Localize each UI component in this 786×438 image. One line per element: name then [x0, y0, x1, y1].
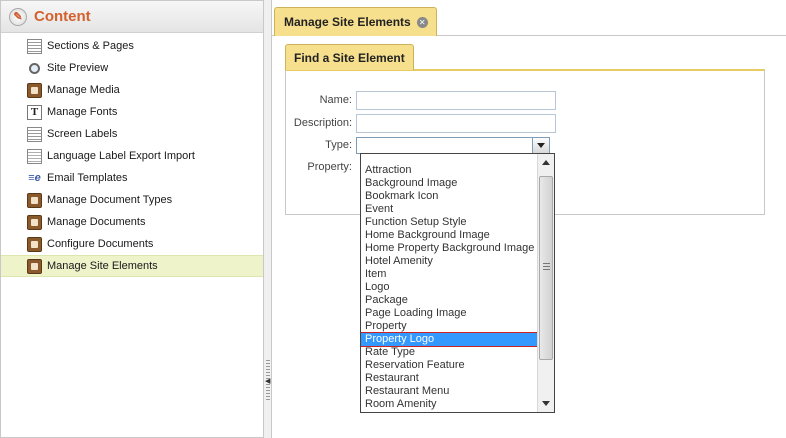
property-label: Property: — [307, 161, 352, 173]
panel-title: Find a Site Element — [285, 44, 414, 70]
type-dropdown-list[interactable]: Attraction Background Image Bookmark Icon E… — [360, 153, 555, 413]
sidebar-item-label: Screen Labels — [47, 128, 118, 140]
sidebar-item-configure-documents[interactable]: Configure Documents — [1, 233, 263, 255]
tab-strip: Manage Site Elements ✕ — [272, 0, 786, 36]
close-icon[interactable]: ✕ — [416, 16, 428, 28]
dropdown-option[interactable]: Home Background Image — [361, 229, 537, 242]
sidebar-item-label: Email Templates — [47, 172, 128, 184]
sidebar-item-label: Site Preview — [47, 62, 109, 74]
sidebar-item-label: Manage Fonts — [47, 106, 118, 118]
configure-icon — [27, 236, 42, 252]
tab-label: Manage Site Elements — [284, 15, 411, 29]
sidebar-nav: Sections & Pages Site Preview Manage Med… — [1, 33, 263, 277]
description-label: Description: — [293, 117, 352, 129]
sidebar-item-label: Configure Documents — [47, 238, 154, 250]
name-input[interactable] — [356, 90, 556, 110]
dropdown-option[interactable]: Attraction — [361, 164, 537, 177]
dropdown-option[interactable]: Reservation Feature — [361, 359, 537, 372]
dropdown-option[interactable]: Function Setup Style — [361, 216, 537, 229]
scroll-down-arrow-icon[interactable] — [538, 395, 554, 412]
document-type-icon — [27, 192, 42, 208]
dropdown-scrollbar[interactable] — [537, 154, 554, 412]
magnifier-icon — [27, 61, 42, 76]
dropdown-arrow-icon[interactable] — [532, 136, 550, 154]
sidebar-item-manage-fonts[interactable]: T Manage Fonts — [1, 101, 263, 123]
media-icon — [27, 82, 42, 98]
collapse-arrow-icon[interactable]: ◀ — [265, 377, 270, 385]
dropdown-option[interactable]: Property — [361, 320, 537, 333]
scroll-up-arrow-icon[interactable] — [538, 154, 554, 171]
dropdown-option[interactable]: Home Property Background Image — [361, 242, 537, 255]
sidebar-item-label: Manage Document Types — [47, 194, 173, 206]
type-row: Type: — [286, 135, 550, 155]
sidebar-item-manage-site-elements[interactable]: Manage Site Elements — [1, 255, 263, 277]
dropdown-option[interactable]: Hotel Amenity — [361, 255, 537, 268]
page-icon — [27, 126, 42, 142]
content-sidebar: ✎ Content Sections & Pages Site Preview … — [0, 0, 264, 438]
scrollbar-thumb[interactable] — [539, 176, 553, 360]
description-input[interactable] — [356, 113, 556, 133]
dropdown-option-selected[interactable]: Property Logo — [361, 332, 538, 347]
dropdown-option[interactable]: Rate Type — [361, 346, 537, 359]
sidebar-item-screen-labels[interactable]: Screen Labels — [1, 123, 263, 145]
dropdown-option[interactable]: Page Loading Image — [361, 307, 537, 320]
property-row: Property: — [286, 157, 356, 177]
type-select[interactable] — [356, 136, 550, 154]
sidebar-item-language-label-export-import[interactable]: Language Label Export Import — [1, 145, 263, 167]
document-icon — [27, 214, 42, 230]
export-icon — [27, 148, 42, 164]
email-icon: ≡e — [28, 172, 41, 184]
sidebar-item-sections-pages[interactable]: Sections & Pages — [1, 35, 263, 57]
site-elements-icon — [27, 258, 42, 274]
sidebar-item-label: Manage Site Elements — [47, 260, 158, 272]
sidebar-item-label: Manage Documents — [47, 216, 146, 228]
sidebar-item-label: Manage Media — [47, 84, 120, 96]
page-icon — [27, 38, 42, 54]
sidebar-item-manage-documents[interactable]: Manage Documents — [1, 211, 263, 233]
sidebar-title: Content — [34, 8, 91, 25]
name-row: Name: — [286, 90, 556, 110]
font-icon: T — [27, 104, 42, 120]
dropdown-option[interactable]: Room Amenity — [361, 398, 537, 411]
description-row: Description: — [286, 113, 556, 133]
dropdown-option[interactable]: Restaurant — [361, 372, 537, 385]
dropdown-option[interactable]: Logo — [361, 281, 537, 294]
dropdown-option[interactable]: Event — [361, 203, 537, 216]
content-edit-icon: ✎ — [9, 7, 27, 26]
sidebar-item-manage-document-types[interactable]: Manage Document Types — [1, 189, 263, 211]
sidebar-item-manage-media[interactable]: Manage Media — [1, 79, 263, 101]
dropdown-option[interactable]: Restaurant Menu — [361, 385, 537, 398]
panel-splitter[interactable]: ◀ — [264, 0, 272, 438]
dropdown-option[interactable]: Bookmark Icon — [361, 190, 537, 203]
sidebar-item-site-preview[interactable]: Site Preview — [1, 57, 263, 79]
sidebar-header: ✎ Content — [1, 1, 263, 33]
name-label: Name: — [319, 94, 352, 106]
sidebar-item-label: Language Label Export Import — [47, 150, 195, 162]
tab-manage-site-elements[interactable]: Manage Site Elements ✕ — [274, 7, 437, 36]
type-label: Type: — [325, 139, 352, 151]
sidebar-item-label: Sections & Pages — [47, 40, 134, 52]
dropdown-option[interactable]: Background Image — [361, 177, 537, 190]
type-option-list: Attraction Background Image Bookmark Icon E… — [361, 164, 538, 411]
sidebar-item-email-templates[interactable]: ≡e Email Templates — [1, 167, 263, 189]
dropdown-option[interactable]: Package — [361, 294, 537, 307]
dropdown-option[interactable]: Item — [361, 268, 537, 281]
